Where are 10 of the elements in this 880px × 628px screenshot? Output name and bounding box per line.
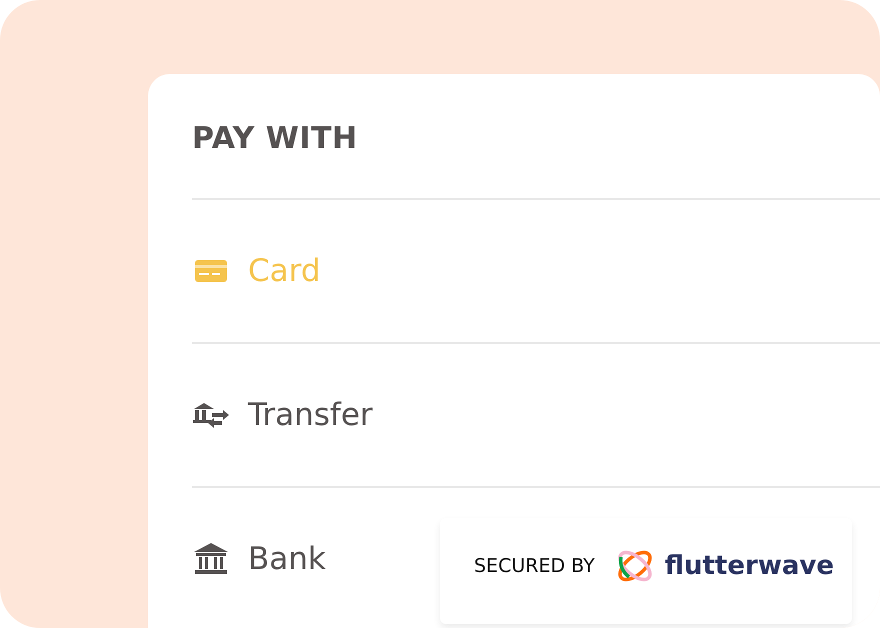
method-label: Transfer [248,397,373,433]
credit-card-icon [195,260,227,282]
pay-with-title: PAY WITH [192,120,358,156]
brand-wordmark: flutterwave [664,551,834,581]
bank-icon [193,542,229,576]
secured-by-label: SECURED BY [474,555,595,577]
method-label: Card [248,253,321,289]
bank-transfer-icon [192,401,230,429]
payment-method-item[interactable]: Transfer [192,342,880,486]
method-label: Bank [248,541,326,577]
